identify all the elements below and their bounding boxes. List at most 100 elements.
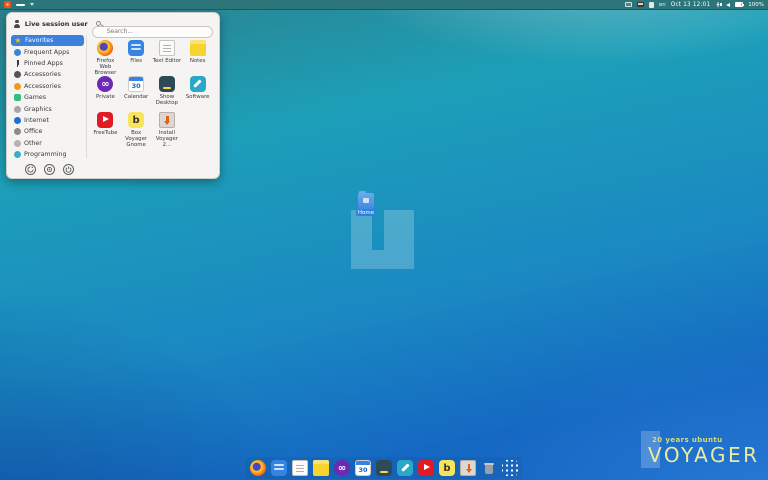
pin-icon: [14, 59, 21, 67]
software-icon: [189, 76, 206, 92]
show-desktop-icon: [158, 76, 175, 92]
dock: ∞ 30 b: [245, 457, 523, 479]
app-label: Show Desktop: [155, 94, 178, 107]
search-input[interactable]: [91, 25, 213, 38]
app-freetube[interactable]: FreeTube: [90, 109, 121, 145]
battery-icon[interactable]: [735, 2, 745, 7]
menu-category-programming[interactable]: Programming: [11, 149, 84, 158]
keyboard-tray-icon[interactable]: [624, 2, 632, 7]
trash-icon: [481, 460, 497, 476]
menu-category-pinned-apps[interactable]: Pinned Apps: [11, 58, 84, 69]
dock-text-editor[interactable]: [291, 459, 309, 477]
menu-category-accessories-3[interactable]: Accessories: [11, 69, 84, 80]
power-button[interactable]: [63, 164, 74, 175]
category-label: Accessories: [24, 82, 61, 90]
text-editor-icon: [292, 460, 308, 476]
notes-icon: [189, 40, 206, 56]
app-box-voyager-gnome[interactable]: b Box Voyager Gnome: [121, 109, 152, 148]
window-buttons-dash[interactable]: [16, 3, 25, 6]
menu-category-internet[interactable]: Internet: [11, 115, 84, 126]
dock-calendar[interactable]: 30: [354, 459, 372, 477]
application-menu: Live session user ★FavoritesFrequent App…: [6, 12, 220, 179]
app-private[interactable]: ∞ Private: [90, 73, 121, 109]
star-icon: ★: [14, 36, 22, 46]
category-icon: [14, 105, 21, 113]
menu-category-office[interactable]: Office: [11, 126, 84, 137]
settings-button[interactable]: [44, 164, 55, 175]
clock[interactable]: Oct 13 12:01: [671, 2, 710, 8]
app-calendar[interactable]: 30 Calendar: [121, 73, 152, 109]
app-label: FreeTube: [93, 130, 118, 136]
menu-category-accessories-4[interactable]: Accessories: [11, 81, 84, 92]
app-notes[interactable]: Notes: [182, 37, 213, 73]
dock-box-voyager[interactable]: b: [438, 459, 456, 477]
dock-app-grid[interactable]: [501, 459, 519, 477]
category-label: Pinned Apps: [24, 59, 63, 67]
app-install-voyager-2[interactable]: Install Voyager 2...: [152, 109, 183, 148]
category-label: Internet: [24, 116, 50, 124]
category-label: Favorites: [25, 37, 54, 45]
app-firefox-web-browser[interactable]: Firefox Web Browser: [90, 37, 121, 76]
menu-footer: [7, 158, 219, 178]
app-grid: Firefox Web Browser Files Text Editor Notes…: [87, 35, 215, 158]
category-label: Accessories: [24, 71, 61, 79]
dock-freetube[interactable]: [417, 459, 435, 477]
top-panel: en Oct 13 12:01 100%: [0, 0, 768, 10]
volume-icon[interactable]: [720, 2, 731, 7]
app-label: Private: [95, 94, 115, 100]
app-grid-icon: [502, 460, 518, 476]
app-label: Box Voyager Gnome: [125, 130, 148, 149]
private-icon: ∞: [334, 460, 350, 476]
dock-files[interactable]: [270, 459, 288, 477]
home-folder-icon: [358, 191, 374, 209]
dock-firefox[interactable]: [249, 459, 267, 477]
category-label: Frequent Apps: [24, 48, 70, 56]
category-label: Other: [24, 139, 42, 147]
battery-percent: 100%: [748, 1, 764, 8]
dock-show-desktop[interactable]: [375, 459, 393, 477]
menu-category-games[interactable]: Games: [11, 92, 84, 103]
app-text-editor[interactable]: Text Editor: [152, 37, 183, 73]
app-files[interactable]: Files: [121, 37, 152, 73]
desktop-icon-home[interactable]: Home: [354, 191, 378, 216]
category-icon: [14, 71, 21, 79]
keyboard-layout-indicator[interactable]: en: [659, 2, 666, 8]
dock-notes[interactable]: [312, 459, 330, 477]
files-icon: [271, 460, 287, 476]
category-icon: [14, 82, 21, 90]
dock-private[interactable]: ∞: [333, 459, 351, 477]
category-icon: [14, 116, 21, 124]
category-label: Office: [24, 128, 43, 136]
dock-trash[interactable]: [480, 459, 498, 477]
wallpaper-u-motif: [351, 210, 414, 269]
menu-category-frequent-apps[interactable]: Frequent Apps: [11, 46, 84, 57]
category-label: Programming: [24, 151, 67, 158]
calendar-icon: 30: [128, 76, 145, 92]
app-software[interactable]: Software: [182, 73, 213, 109]
dock-software[interactable]: [396, 459, 414, 477]
text-editor-icon: [158, 40, 175, 56]
menu-category-graphics[interactable]: Graphics: [11, 103, 84, 114]
menu-category-other[interactable]: Other: [11, 138, 84, 149]
box-voyager-icon: b: [439, 460, 455, 476]
app-label: Calendar: [124, 94, 149, 100]
freetube-icon: [97, 112, 114, 128]
category-icon: [14, 94, 21, 102]
mail-tray-icon[interactable]: [636, 2, 644, 7]
category-icon: [14, 128, 21, 136]
app-label: Notes: [189, 58, 206, 64]
chevron-down-icon[interactable]: [30, 3, 34, 6]
app-label: Install Voyager 2...: [155, 130, 178, 149]
app-label: Software: [185, 94, 210, 100]
logout-button[interactable]: [25, 164, 36, 175]
category-list: ★ Favorites Frequent Apps Pinned Apps Access…: [11, 35, 87, 158]
show-desktop-icon: [376, 460, 392, 476]
app-show-desktop[interactable]: Show Desktop: [152, 73, 183, 109]
watermark-title: VOYAGER: [648, 443, 760, 467]
distro-menu-icon[interactable]: [4, 1, 11, 8]
software-icon: [397, 460, 413, 476]
clipboard-tray-icon[interactable]: [648, 1, 654, 8]
menu-category-favorites[interactable]: ★ Favorites: [11, 35, 84, 47]
calendar-icon: 30: [355, 460, 371, 476]
dock-install-voyager[interactable]: [459, 459, 477, 477]
